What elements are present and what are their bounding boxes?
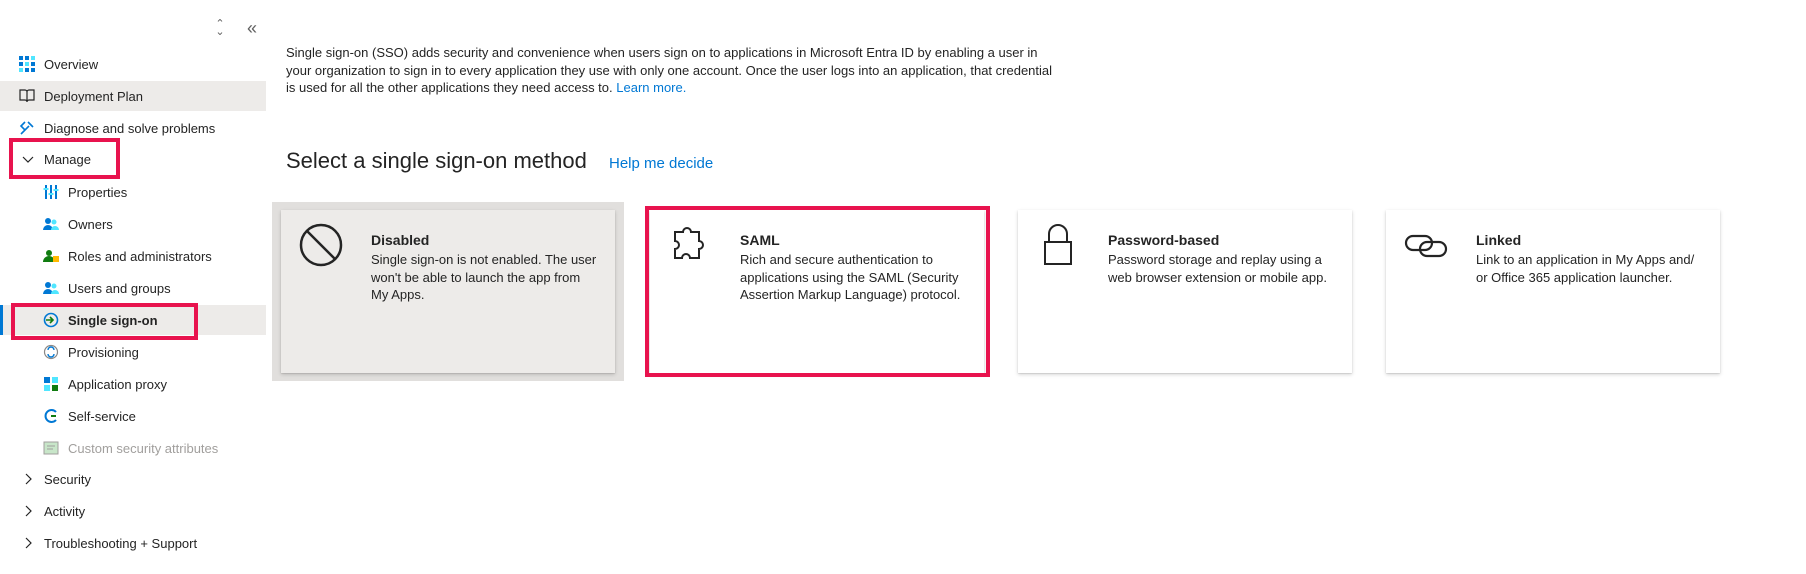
sidebar-item-label: Roles and administrators (68, 248, 212, 264)
app-proxy-icon (42, 375, 60, 393)
lock-icon (1035, 222, 1081, 268)
card-title: Linked (1476, 232, 1522, 248)
sidebar-item-owners[interactable]: Owners (0, 209, 266, 239)
collapse-sidebar-icon[interactable]: « (247, 19, 257, 37)
learn-more-link[interactable]: Learn more. (616, 80, 686, 95)
sso-card-disabled[interactable]: Disabled Single sign-on is not enabled. … (281, 210, 615, 373)
sidebar-item-overview[interactable]: Overview (0, 49, 266, 79)
chevron-right-icon (22, 537, 34, 549)
sidebar-item-label: Security (44, 471, 91, 487)
card-description: Link to an application in My Apps and/ o… (1476, 252, 1695, 285)
provisioning-icon (42, 343, 60, 361)
custom-attributes-icon (42, 439, 60, 457)
sidebar-item-custom-security-attributes[interactable]: Custom security attributes (0, 433, 266, 463)
sidebar-item-label: Diagnose and solve problems (44, 120, 216, 136)
sso-highlight-box (11, 303, 198, 340)
roles-icon (42, 247, 60, 265)
card-title: Disabled (371, 232, 430, 248)
sidebar-item-label: Overview (44, 56, 99, 72)
disabled-circle-icon (298, 222, 344, 268)
sidebar-item-label: Properties (68, 184, 128, 200)
sort-updown-icon[interactable]: ⌃ ⌄ (214, 19, 226, 38)
self-service-icon (42, 407, 60, 425)
sidebar-item-roles[interactable]: Roles and administrators (0, 241, 266, 271)
sidebar-group-security[interactable]: Security (0, 464, 266, 494)
card-title: Password-based (1108, 232, 1220, 248)
sidebar-item-self-service[interactable]: Self-service (0, 401, 266, 431)
sidebar-item-app-proxy[interactable]: Application proxy (0, 369, 266, 399)
card-description: Password storage and replay using a web … (1108, 252, 1327, 285)
manage-highlight-box (9, 138, 120, 179)
sso-card-linked[interactable]: Linked Link to an application in My Apps… (1386, 210, 1720, 373)
sidebar-item-users-groups[interactable]: Users and groups (0, 273, 266, 303)
sidebar-item-provisioning[interactable]: Provisioning (0, 337, 266, 367)
sidebar-item-label: Owners (68, 216, 113, 232)
sidebar-item-label: Activity (44, 503, 86, 519)
sidebar-item-label: Application proxy (68, 376, 167, 392)
link-icon (1403, 222, 1449, 268)
sidebar-item-deployment-plan[interactable]: Deployment Plan (0, 81, 266, 111)
wrench-icon (18, 119, 36, 137)
properties-icon (42, 183, 60, 201)
chevron-right-icon (22, 473, 34, 485)
sidebar-item-label: Users and groups (68, 280, 171, 296)
sidebar-item-properties[interactable]: Properties (0, 177, 266, 207)
sidebar-group-activity[interactable]: Activity (0, 496, 266, 526)
sidebar-toolbar: ⌃ ⌄ « (0, 14, 266, 44)
sidebar-item-label: Provisioning (68, 344, 139, 360)
grid-icon (18, 55, 36, 73)
owners-icon (42, 215, 60, 233)
saml-highlight-box (645, 206, 990, 377)
sso-description: Single sign-on (SSO) adds security and c… (286, 44, 1056, 97)
help-me-decide-link[interactable]: Help me decide (609, 155, 713, 172)
sidebar-group-troubleshooting[interactable]: Troubleshooting + Support (0, 528, 266, 558)
sidebar-item-label: Self-service (68, 408, 136, 424)
sidebar-item-label: Deployment Plan (44, 88, 143, 104)
active-indicator (0, 305, 3, 335)
chevron-right-icon (22, 505, 34, 517)
card-description: Single sign-on is not enabled. The user … (371, 252, 597, 302)
users-icon (42, 279, 60, 297)
book-icon (18, 87, 36, 105)
sidebar-item-label: Custom security attributes (68, 440, 219, 456)
sidebar: ⌃ ⌄ « Overview Deployment Plan Diagnose a… (0, 0, 266, 574)
sso-card-password-based[interactable]: Password-based Password storage and repl… (1018, 210, 1352, 373)
section-title: Select a single sign-on method (286, 148, 587, 173)
sidebar-item-label: Troubleshooting + Support (44, 535, 198, 551)
